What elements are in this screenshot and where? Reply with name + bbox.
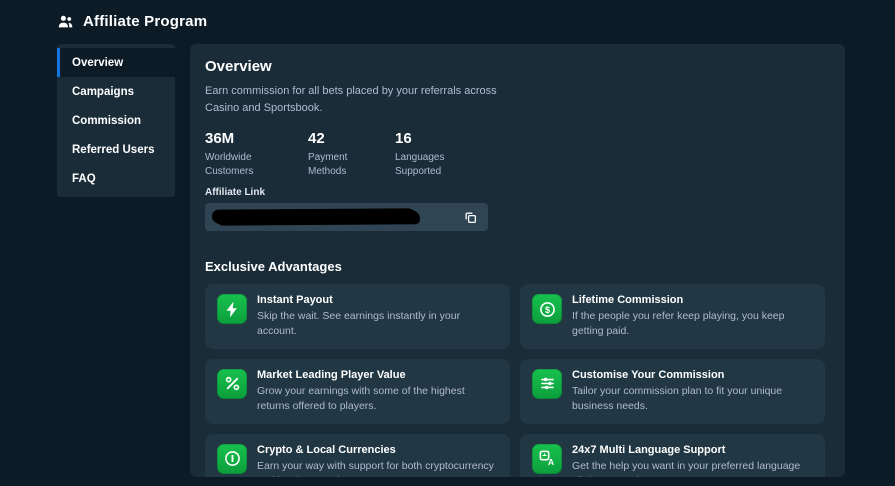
copy-icon <box>464 211 477 224</box>
affiliate-link-field[interactable] <box>205 203 488 231</box>
percent-icon <box>217 369 247 399</box>
advantage-title: Customise Your Commission <box>572 369 813 381</box>
advantage-description: Get the help you want in your preferred … <box>572 459 813 477</box>
svg-text:A: A <box>547 457 554 467</box>
advantage-title: Market Leading Player Value <box>257 369 498 381</box>
translate-icon: A <box>532 444 562 474</box>
sidebar: Overview Campaigns Commission Referred U… <box>57 44 175 197</box>
advantage-card-language-support: A 24x7 Multi Language Support Get the he… <box>520 434 825 477</box>
advantage-card-customise-commission: Customise Your Commission Tailor your co… <box>520 359 825 424</box>
stats-row: 36M Worldwide Customers 42 Payment Metho… <box>205 130 825 179</box>
advantages-grid: Instant Payout Skip the wait. See earnin… <box>205 284 825 477</box>
advantage-description: If the people you refer keep playing, yo… <box>572 309 813 339</box>
page-header: Affiliate Program <box>0 0 895 40</box>
advantage-card-crypto-currencies: Crypto & Local Currencies Earn your way … <box>205 434 510 477</box>
stat-value: 36M <box>205 130 308 147</box>
stat-label: Worldwide Customers <box>205 151 275 179</box>
section-description: Earn commission for all bets placed by y… <box>205 83 525 116</box>
sidebar-item-faq[interactable]: FAQ <box>57 164 175 193</box>
coin-icon <box>217 444 247 474</box>
exclusive-advantages-title: Exclusive Advantages <box>205 259 825 274</box>
advantage-card-player-value: Market Leading Player Value Grow your ea… <box>205 359 510 424</box>
advantage-card-instant-payout: Instant Payout Skip the wait. See earnin… <box>205 284 510 349</box>
sliders-icon <box>532 369 562 399</box>
advantage-title: 24x7 Multi Language Support <box>572 444 813 456</box>
lightning-icon <box>217 294 247 324</box>
affiliate-link-label: Affiliate Link <box>205 187 825 198</box>
copy-link-button[interactable] <box>462 209 479 226</box>
advantage-card-lifetime-commission: $ Lifetime Commission If the people you … <box>520 284 825 349</box>
advantage-description: Grow your earnings with some of the high… <box>257 384 498 414</box>
advantage-description: Skip the wait. See earnings instantly in… <box>257 309 498 339</box>
sidebar-item-commission[interactable]: Commission <box>57 106 175 135</box>
overview-panel: Overview Earn commission for all bets pl… <box>190 44 845 477</box>
section-title: Overview <box>205 58 825 75</box>
sidebar-item-campaigns[interactable]: Campaigns <box>57 77 175 106</box>
advantage-title: Instant Payout <box>257 294 498 306</box>
stat-worldwide-customers: 36M Worldwide Customers <box>205 130 308 179</box>
content-area: Overview Campaigns Commission Referred U… <box>0 40 895 477</box>
stat-label: Languages Supported <box>395 151 465 179</box>
page-title: Affiliate Program <box>83 13 207 30</box>
money-cycle-icon: $ <box>532 294 562 324</box>
sidebar-item-overview[interactable]: Overview <box>57 48 175 77</box>
affiliates-icon <box>57 13 74 30</box>
stat-label: Payment Methods <box>308 151 378 179</box>
stat-value: 42 <box>308 130 395 147</box>
advantage-title: Crypto & Local Currencies <box>257 444 498 456</box>
advantage-title: Lifetime Commission <box>572 294 813 306</box>
svg-text:$: $ <box>544 304 549 314</box>
advantage-description: Earn your way with support for both cryp… <box>257 459 498 477</box>
stat-payment-methods: 42 Payment Methods <box>308 130 395 179</box>
affiliate-link-redacted-value <box>214 209 418 224</box>
advantage-description: Tailor your commission plan to fit your … <box>572 384 813 414</box>
stat-languages-supported: 16 Languages Supported <box>395 130 465 179</box>
stat-value: 16 <box>395 130 465 147</box>
sidebar-item-referred-users[interactable]: Referred Users <box>57 135 175 164</box>
